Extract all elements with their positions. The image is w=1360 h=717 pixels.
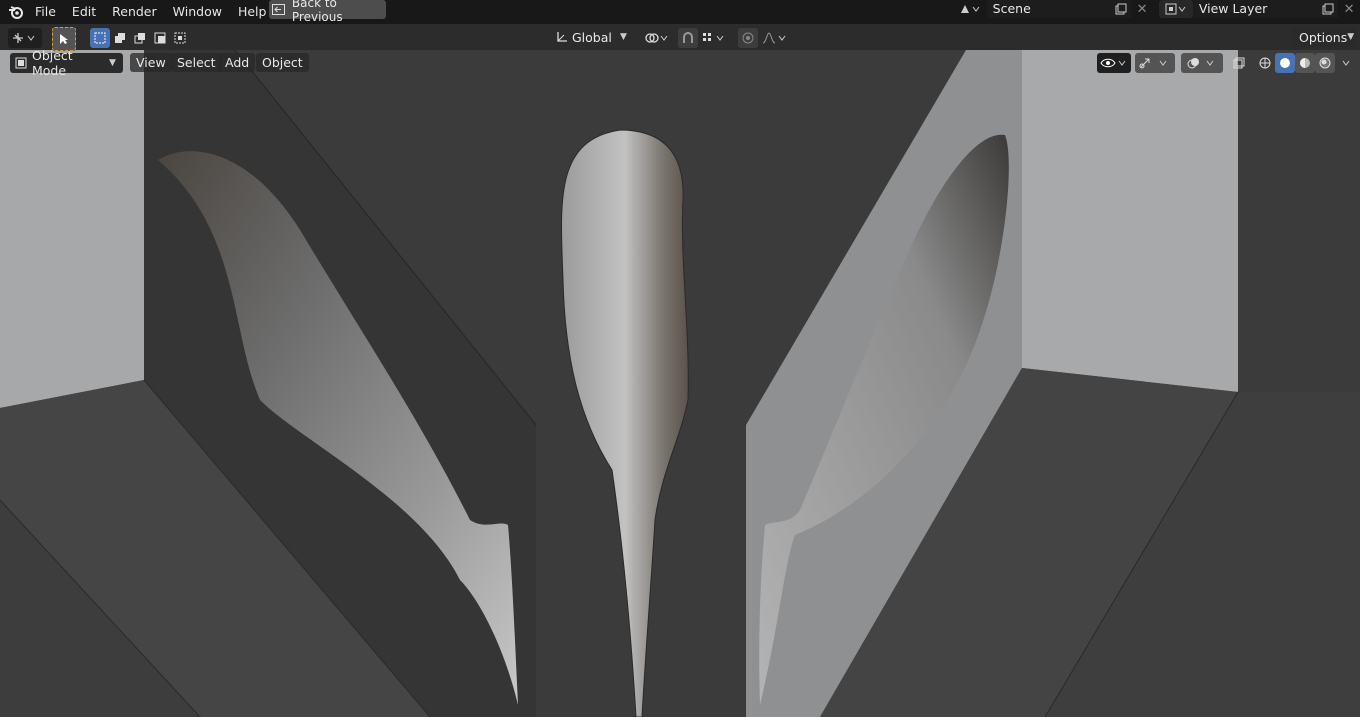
menu-render[interactable]: Render — [104, 0, 165, 24]
material-shading-icon[interactable] — [1295, 53, 1315, 73]
orientation-label: Global — [572, 29, 612, 45]
editor-type-selector[interactable] — [8, 28, 42, 48]
magnet-icon[interactable] — [678, 28, 698, 48]
scene-name-field[interactable]: Scene — [986, 0, 1112, 18]
options-dropdown[interactable]: Options ▼ — [1292, 27, 1356, 47]
left-wall — [0, 50, 144, 408]
view-layer-name-field[interactable]: View Layer — [1192, 0, 1319, 18]
falloff-curve-dropdown[interactable] — [760, 28, 790, 48]
view-layer-icon[interactable] — [1159, 0, 1193, 18]
3d-viewport[interactable] — [0, 50, 1360, 717]
tool-settings-bar: Global ▼ Options ▼ — [0, 24, 1360, 51]
transform-orientation-dropdown[interactable]: Global ▼ — [552, 27, 634, 47]
proportional-edit-icon[interactable] — [738, 28, 758, 48]
chevron-down-icon: ▼ — [1347, 32, 1355, 42]
select-mode-new-icon[interactable] — [90, 28, 110, 48]
pivot-point-dropdown[interactable] — [642, 28, 672, 48]
chevron-down-icon: ▼ — [620, 32, 627, 42]
new-view-layer-icon[interactable] — [1318, 0, 1339, 18]
object-mode-label: Object Mode — [32, 48, 73, 78]
select-mode-invert-icon[interactable] — [150, 28, 170, 48]
view-layer-selector[interactable]: View Layer ✕ — [1159, 0, 1360, 18]
menu-window[interactable]: Window — [165, 0, 230, 24]
viewport-menu-add[interactable]: Add — [219, 53, 256, 72]
right-wall — [1022, 50, 1238, 392]
viewport-menu-select[interactable]: Select — [171, 53, 222, 72]
top-bar: File Edit Render Window Help — [0, 0, 1360, 24]
overlays-toggle-icon[interactable] — [1181, 53, 1223, 73]
menu-file[interactable]: File — [27, 0, 64, 24]
select-mode-subtract-icon[interactable] — [130, 28, 150, 48]
object-visibility-dropdown[interactable] — [1097, 53, 1131, 73]
rendered-shading-icon[interactable] — [1315, 53, 1335, 73]
scene-icon[interactable] — [953, 0, 987, 18]
blender-logo-icon[interactable] — [5, 0, 27, 24]
viewport-menu-object[interactable]: Object — [256, 53, 309, 72]
chevron-down-icon: ▼ — [109, 58, 116, 68]
back-arrow-icon — [269, 4, 288, 15]
xray-toggle-icon[interactable] — [1229, 53, 1249, 73]
scene-selector[interactable]: Scene ✕ — [953, 0, 1153, 18]
options-label: Options — [1299, 29, 1348, 45]
select-mode-intersect-icon[interactable] — [170, 28, 190, 48]
menu-edit[interactable]: Edit — [64, 0, 104, 24]
object-mode-icon — [10, 57, 32, 69]
close-scene-icon[interactable]: ✕ — [1131, 0, 1153, 18]
object-mode-dropdown[interactable]: Object Mode ▼ — [10, 48, 123, 78]
back-to-previous-label: Back to Previous — [291, 0, 343, 24]
wireframe-shading-icon[interactable] — [1255, 53, 1275, 73]
gizmo-toggle-icon[interactable] — [1135, 53, 1175, 73]
orientation-icon — [552, 31, 572, 43]
menu-help[interactable]: Help — [230, 0, 275, 24]
new-scene-icon[interactable] — [1111, 0, 1132, 18]
viewport-menu-view[interactable]: View — [130, 53, 172, 72]
shading-options-dropdown[interactable] — [1337, 53, 1355, 73]
snap-target-dropdown[interactable] — [700, 28, 728, 48]
back-to-previous-button[interactable]: Back to Previous — [269, 0, 386, 24]
solid-shading-icon[interactable] — [1275, 53, 1295, 73]
select-mode-extend-icon[interactable] — [110, 28, 130, 48]
close-view-layer-icon[interactable]: ✕ — [1338, 0, 1360, 18]
